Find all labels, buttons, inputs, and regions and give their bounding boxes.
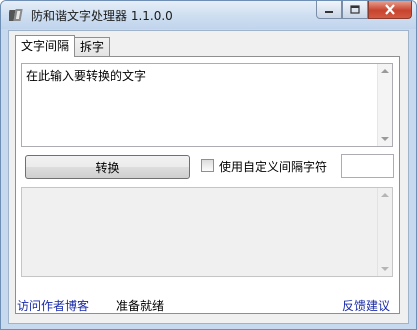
status-text: 准备就绪 [116,299,165,313]
status-bar: 访问作者博客 准备就绪 反馈建议 [9,294,408,320]
window-title: 防和谐文字处理器 1.1.0.0 [31,9,173,23]
output-scrollbar[interactable] [377,188,392,276]
minimize-button[interactable] [316,1,342,19]
app-window: 防和谐文字处理器 1.1.0.0 文字间隔 拆字 在此输入要转换的文字 转换 使… [0,0,417,330]
app-icon [9,9,23,21]
output-textarea[interactable] [21,187,393,277]
tab-strip: 文字间隔 拆字 [15,35,111,57]
title-bar[interactable]: 防和谐文字处理器 1.1.0.0 [1,1,416,29]
input-scrollbar[interactable] [377,64,392,146]
separator-input[interactable] [341,154,394,178]
scroll-up-icon[interactable] [381,193,389,197]
close-button[interactable] [368,1,412,19]
maximize-button[interactable] [342,1,368,19]
scroll-up-icon[interactable] [381,69,389,73]
input-textarea[interactable]: 在此输入要转换的文字 [21,63,393,147]
convert-button[interactable]: 转换 [25,155,190,179]
author-blog-link[interactable]: 访问作者博客 [17,297,89,314]
minimize-icon [325,10,333,13]
custom-separator-label: 使用自定义间隔字符 [219,160,328,174]
feedback-link[interactable]: 反馈建议 [342,297,390,314]
input-text: 在此输入要转换的文字 [26,69,147,83]
client-area: 文字间隔 拆字 在此输入要转换的文字 转换 使用自定义间隔字符 访问作者博客 准… [8,30,409,324]
scroll-down-icon[interactable] [381,267,389,271]
custom-separator-checkbox[interactable] [201,159,214,172]
scroll-down-icon[interactable] [381,137,389,141]
tab-text-spacing[interactable]: 文字间隔 [15,35,76,57]
tab-split-characters[interactable]: 拆字 [74,37,111,56]
tab-panel: 在此输入要转换的文字 转换 使用自定义间隔字符 [15,56,400,314]
maximize-icon [350,5,360,14]
close-icon [385,4,395,15]
